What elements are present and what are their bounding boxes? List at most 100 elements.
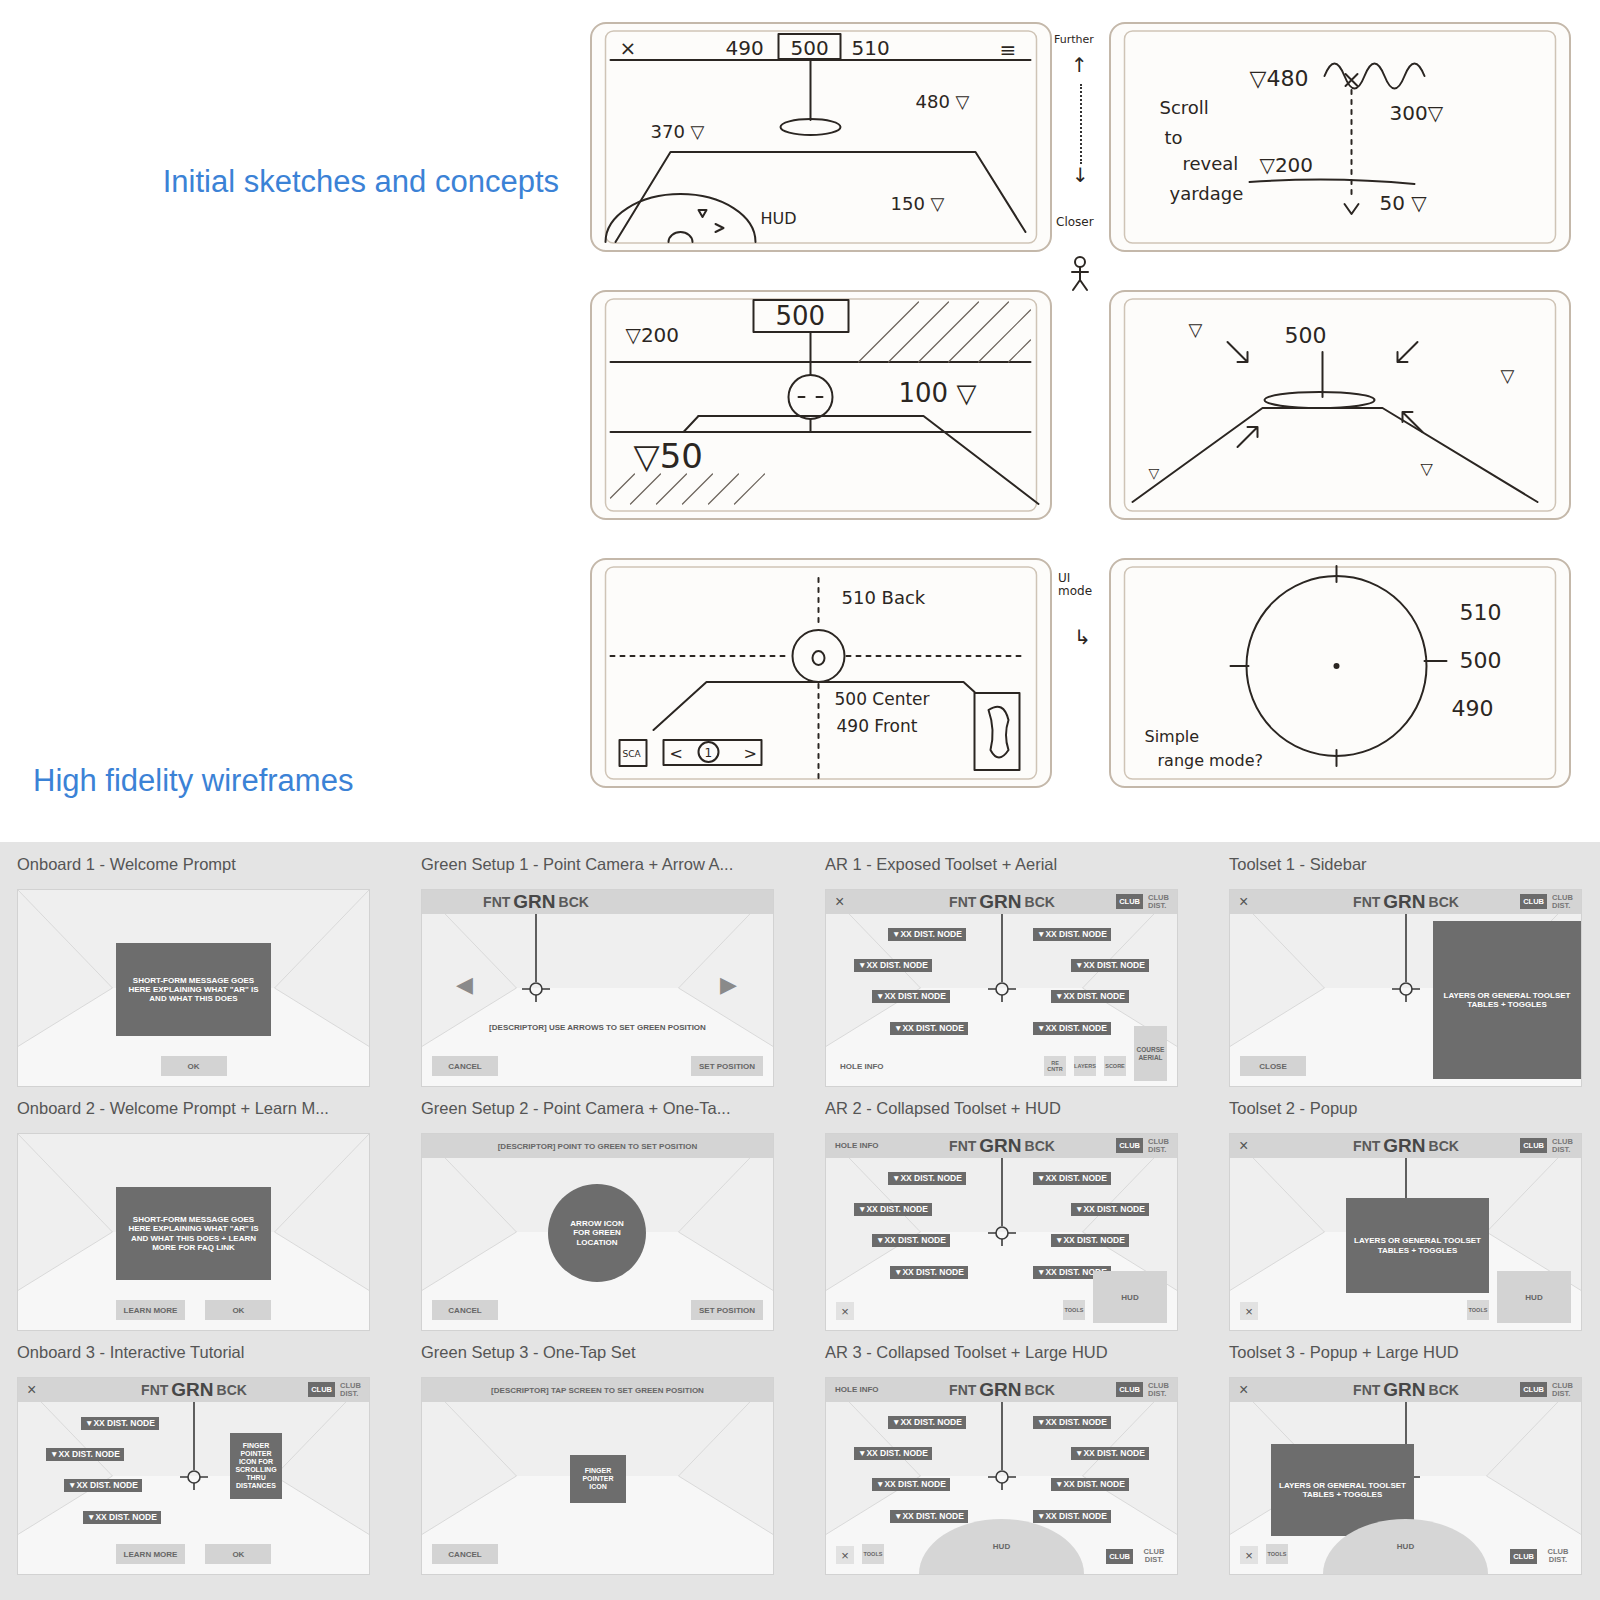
club-button[interactable]: CLUB [1116, 1138, 1143, 1153]
bottom-button[interactable]: CLOSE [1240, 1056, 1306, 1076]
green-selector[interactable]: FNTGRNBCK [1353, 890, 1459, 914]
wireframe-screen[interactable]: SHORT-FORM MESSAGE GOES HERE EXPLAINING … [17, 889, 370, 1087]
bottom-button[interactable]: RE CNTR [1044, 1056, 1066, 1076]
wireframe-screen[interactable]: ▼XX DIST. NODE ▼XX DIST. NODE ▼XX DIST. NO… [17, 1377, 370, 1575]
club-button[interactable]: CLUB [1520, 1138, 1547, 1153]
distance-node[interactable]: ▼XX DIST. NODE [854, 959, 932, 972]
green-selector[interactable]: FNTGRNBCK [141, 1378, 247, 1402]
bar-left-button[interactable]: × [1239, 1381, 1248, 1399]
distance-node[interactable]: ▼XX DIST. NODE [872, 1234, 950, 1247]
distance-node[interactable]: ▼XX DIST. NODE [1071, 1203, 1149, 1216]
green-selector[interactable]: FNTGRNBCK [483, 890, 589, 914]
bottom-button[interactable]: CLUB DIST. [1141, 1548, 1167, 1564]
bottom-button[interactable]: COURSE AERIAL [1134, 1026, 1167, 1081]
distance-node[interactable]: ▼XX DIST. NODE [1071, 1447, 1149, 1460]
club-button[interactable]: CLUB [1520, 894, 1547, 909]
distance-node[interactable]: ▼XX DIST. NODE [890, 1266, 968, 1279]
back-label[interactable]: BCK [217, 1382, 247, 1398]
back-label[interactable]: BCK [1429, 894, 1459, 910]
distance-node[interactable]: ▼XX DIST. NODE [1033, 1022, 1111, 1035]
bottom-button[interactable]: HUD [1093, 1271, 1167, 1323]
green-selector[interactable]: FNTGRNBCK [949, 1134, 1055, 1158]
distance-node[interactable]: ▼XX DIST. NODE [1033, 1172, 1111, 1185]
bottom-button[interactable]: LEARN MORE [116, 1544, 186, 1564]
bottom-button[interactable]: CLUB DIST. [1545, 1548, 1571, 1564]
bar-left-button[interactable]: HOLE INFO [835, 1134, 879, 1158]
green-label[interactable]: GRN [1383, 1379, 1425, 1401]
back-label[interactable]: BCK [559, 894, 589, 910]
bottom-button[interactable]: SET POSITION [691, 1056, 763, 1076]
bottom-button[interactable]: LEARN MORE [116, 1300, 186, 1320]
green-label[interactable]: GRN [979, 891, 1021, 913]
distance-node[interactable]: ▼XX DIST. NODE [854, 1203, 932, 1216]
bottom-button[interactable]: × [1240, 1302, 1258, 1320]
wireframe-screen[interactable]: SHORT-FORM MESSAGE GOES HERE EXPLAINING … [17, 1133, 370, 1331]
green-label[interactable]: GRN [171, 1379, 213, 1401]
bottom-button[interactable]: HUD [1323, 1519, 1488, 1574]
front-label[interactable]: FNT [949, 1382, 976, 1398]
front-label[interactable]: FNT [949, 894, 976, 910]
distance-node[interactable]: ▼XX DIST. NODE [1033, 928, 1111, 941]
club-button[interactable]: CLUB [308, 1382, 335, 1397]
bar-left-button[interactable]: × [27, 1381, 36, 1399]
front-label[interactable]: FNT [483, 894, 510, 910]
bar-left-button[interactable]: × [835, 893, 844, 911]
wireframe-screen[interactable]: LAYERS OR GENERAL TOOLSET TABLES + TOGGL… [1229, 889, 1582, 1087]
front-label[interactable]: FNT [1353, 1382, 1380, 1398]
distance-node[interactable]: ▼XX DIST. NODE [83, 1511, 161, 1524]
distance-node[interactable]: ▼XX DIST. NODE [64, 1479, 142, 1492]
back-label[interactable]: BCK [1025, 1138, 1055, 1154]
bottom-button[interactable]: OK [161, 1056, 227, 1076]
front-label[interactable]: FNT [949, 1138, 976, 1154]
front-label[interactable]: FNT [1353, 894, 1380, 910]
bottom-button[interactable]: CANCEL [432, 1300, 498, 1320]
front-label[interactable]: FNT [141, 1382, 168, 1398]
distance-node[interactable]: ▼XX DIST. NODE [890, 1022, 968, 1035]
back-label[interactable]: BCK [1429, 1382, 1459, 1398]
green-label[interactable]: GRN [513, 891, 555, 913]
bottom-button[interactable]: × [1240, 1546, 1258, 1564]
distance-node[interactable]: ▼XX DIST. NODE [888, 928, 966, 941]
arrow-button[interactable]: ◀ [456, 974, 473, 996]
distance-node[interactable]: ▼XX DIST. NODE [872, 1478, 950, 1491]
bottom-button[interactable]: CANCEL [432, 1544, 498, 1564]
bottom-button[interactable]: LAYERS [1074, 1056, 1096, 1076]
wireframe-screen[interactable]: LAYERS OR GENERAL TOOLSET TABLES + TOGGL… [1229, 1377, 1582, 1575]
wireframe-screen[interactable]: ▼XX DIST. NODE ▼XX DIST. NODE ▼XX DIST. NO… [825, 1377, 1178, 1575]
green-selector[interactable]: FNTGRNBCK [949, 890, 1055, 914]
bottom-button[interactable]: × [836, 1302, 854, 1320]
distance-node[interactable]: ▼XX DIST. NODE [81, 1417, 159, 1430]
wireframe-screen[interactable]: ARROW ICON FOR GREEN LOCATION[DESCRIPTOR… [421, 1133, 774, 1331]
bottom-button[interactable]: HOLE INFO [836, 1056, 888, 1076]
bottom-button[interactable]: HUD [919, 1519, 1084, 1574]
bottom-button[interactable]: TOOLS [862, 1544, 884, 1564]
green-label[interactable]: GRN [979, 1135, 1021, 1157]
bottom-button[interactable]: OK [205, 1544, 271, 1564]
distance-node[interactable]: ▼XX DIST. NODE [1071, 959, 1149, 972]
wireframe-screen[interactable]: ▼XX DIST. NODE ▼XX DIST. NODE ▼XX DIST. NO… [825, 889, 1178, 1087]
bottom-button[interactable]: CANCEL [432, 1056, 498, 1076]
back-label[interactable]: BCK [1429, 1138, 1459, 1154]
bar-left-button[interactable]: × [1239, 1137, 1248, 1155]
bottom-button[interactable]: × [836, 1546, 854, 1564]
back-label[interactable]: BCK [1025, 894, 1055, 910]
wireframe-screen[interactable]: FINGER POINTER ICON[DESCRIPTOR] TAP SCRE… [421, 1377, 774, 1575]
distance-node[interactable]: ▼XX DIST. NODE [1051, 1478, 1129, 1491]
green-label[interactable]: GRN [1383, 891, 1425, 913]
distance-node[interactable]: ▼XX DIST. NODE [888, 1172, 966, 1185]
distance-node[interactable]: ▼XX DIST. NODE [854, 1447, 932, 1460]
bar-left-button[interactable]: × [1239, 893, 1248, 911]
bottom-button[interactable]: OK [205, 1300, 271, 1320]
back-label[interactable]: BCK [1025, 1382, 1055, 1398]
green-selector[interactable]: FNTGRNBCK [1353, 1378, 1459, 1402]
bar-left-button[interactable]: HOLE INFO [835, 1378, 879, 1402]
bottom-button[interactable]: CLUB [1510, 1549, 1537, 1564]
green-selector[interactable]: FNTGRNBCK [949, 1378, 1055, 1402]
green-selector[interactable]: FNTGRNBCK [1353, 1134, 1459, 1158]
wireframe-screen[interactable]: ▼XX DIST. NODE ▼XX DIST. NODE ▼XX DIST. NO… [825, 1133, 1178, 1331]
distance-node[interactable]: ▼XX DIST. NODE [890, 1510, 968, 1523]
bottom-button[interactable]: TOOLS [1266, 1544, 1288, 1564]
distance-node[interactable]: ▼XX DIST. NODE [1033, 1416, 1111, 1429]
distance-node[interactable]: ▼XX DIST. NODE [1051, 1234, 1129, 1247]
wireframe-screen[interactable]: LAYERS OR GENERAL TOOLSET TABLES + TOGGL… [1229, 1133, 1582, 1331]
